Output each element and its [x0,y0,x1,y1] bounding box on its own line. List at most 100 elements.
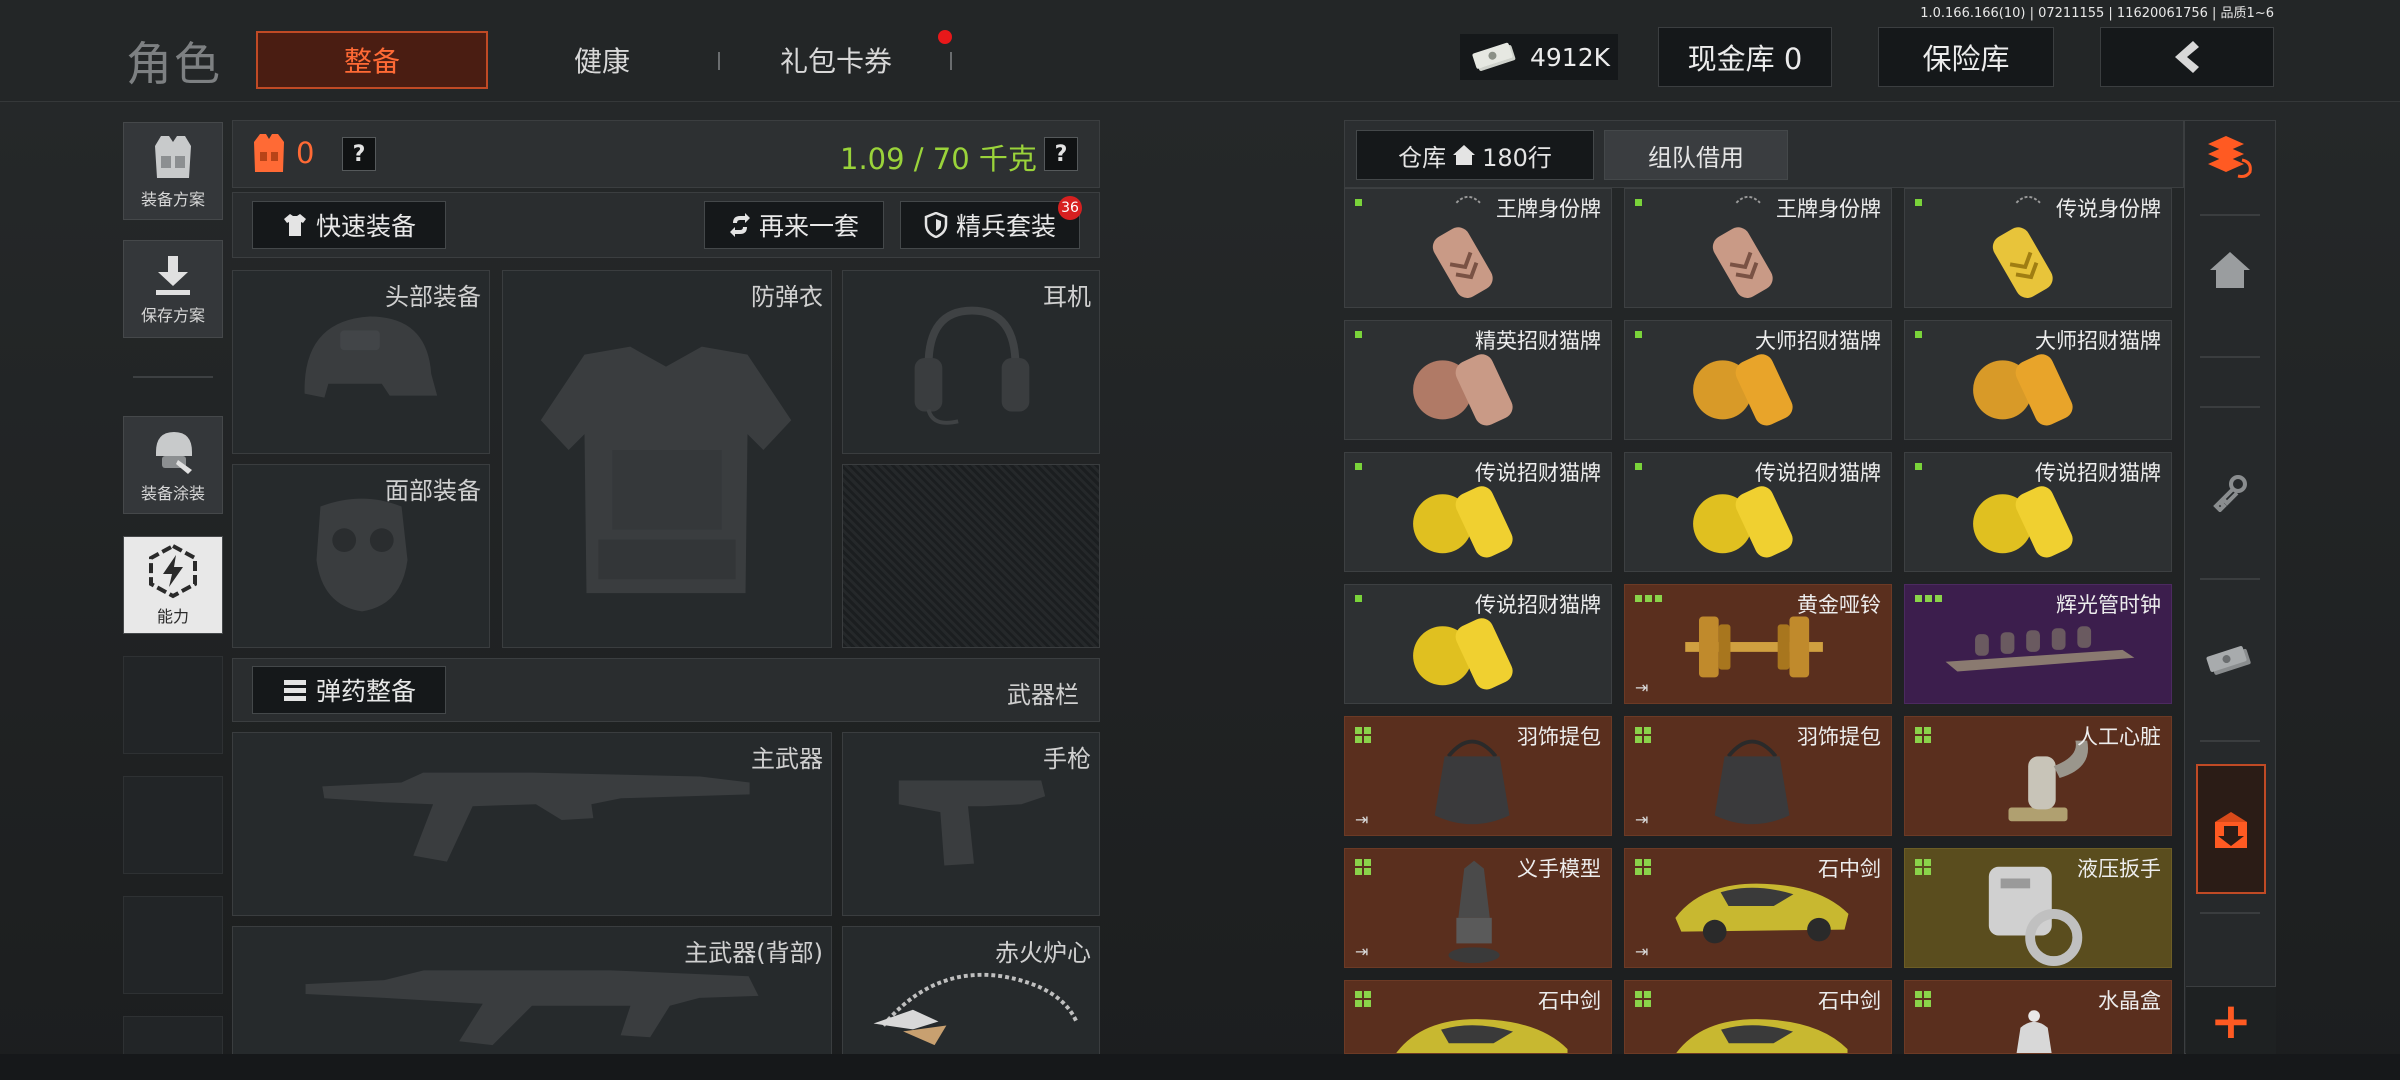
warehouse-item[interactable]: 大师招财猫牌 [1904,320,2172,440]
key-icon [2213,475,2247,512]
ammo-icon [283,680,306,701]
item-name: 义手模型 [1517,857,1601,881]
warehouse-item[interactable]: 传说招财猫牌 [1344,584,1612,704]
slot-head-gear[interactable]: 头部装备 [232,270,490,454]
slot-face-gear[interactable]: 面部装备 [232,464,490,648]
sidebar-empty-slot [123,776,223,874]
warehouse-item[interactable]: 石中剑 ⇥ [1624,848,1892,968]
warehouse-item[interactable]: 王牌身份牌 [1624,188,1892,308]
slot-label: 耳机 [1043,283,1091,311]
warehouse-item[interactable]: 黄金哑铃 ⇥ [1624,584,1892,704]
armor-vest-icon [254,134,284,172]
body-armor-silhouette [540,346,792,594]
ammo-prep-button[interactable]: 弹药整备 [252,666,446,714]
item-name: 辉光管时钟 [2056,593,2161,617]
rail-divider [2200,356,2260,358]
warehouse-item[interactable]: 液压扳手 [1904,848,2172,968]
chevron-left-icon [2175,41,2199,73]
help-button[interactable]: ? [342,137,376,171]
weight-help-button[interactable]: ? [1044,137,1078,171]
carry-weight: 1.09 / 70 千克 [840,142,1037,176]
warehouse-item[interactable]: 石中剑 [1344,980,1612,1054]
item-name: 水晶盒 [2098,989,2161,1013]
cash-icon [2206,646,2251,675]
item-name: 羽饰提包 [1797,725,1881,749]
currency-amount: 4912K [1530,42,1611,72]
box-download-icon [2215,812,2247,848]
item-name: 传说身份牌 [2056,197,2161,221]
version-text: 1.0.166.166(10) | 07211155 | 11620061756… [1920,6,2274,21]
sidebar-empty-slot [123,1016,223,1056]
vest-icon [155,136,191,178]
sidebar-empty-slot [123,656,223,754]
warehouse-item[interactable]: 大师招财猫牌 [1624,320,1892,440]
rarity-marker [1355,331,1362,338]
slot-primary-weapon-back[interactable]: 主武器(背部) [232,926,832,1056]
notification-dot [938,30,952,44]
warehouse-item[interactable]: 传说招财猫牌 [1904,452,2172,572]
currency-display[interactable]: 4912K [1460,34,1618,80]
refresh-icon [729,213,750,237]
warehouse-item[interactable]: 石中剑 [1624,980,1892,1054]
rarity-marker [1355,727,1371,743]
rarity-marker [1915,595,1942,602]
item-name: 王牌身份牌 [1776,197,1881,221]
exit-icon: ⇥ [1635,810,1649,829]
item-name: 精英招财猫牌 [1475,329,1601,353]
warehouse-item[interactable]: 义手模型 ⇥ [1344,848,1612,968]
warehouse-item[interactable]: 辉光管时钟 [1904,584,2172,704]
tab-divider [950,52,952,70]
slot-body-armor[interactable]: 防弹衣 [502,270,832,648]
rail-home-button[interactable] [2194,234,2266,306]
warehouse-item[interactable]: 人工心脏 [1904,716,2172,836]
item-name: 石中剑 [1818,989,1881,1013]
warehouse-item[interactable]: 羽饰提包 ⇥ [1624,716,1892,836]
exit-icon: ⇥ [1635,678,1649,697]
rarity-marker [1355,463,1362,470]
rarity-marker [1915,727,1931,743]
warehouse-item[interactable]: 水晶盒 [1904,980,2172,1054]
tab-gift-vouchers[interactable]: 礼包卡券 [762,31,910,89]
warehouse-item[interactable]: 王牌身份牌 [1344,188,1612,308]
warehouse-item[interactable]: 传说招财猫牌 [1344,452,1612,572]
slot-headset[interactable]: 耳机 [842,270,1100,454]
sidebar-item-label: 保存方案 [140,306,205,325]
slot-pistol[interactable]: 手枪 [842,732,1100,916]
rail-cash-button[interactable] [2194,624,2266,696]
tab-team-borrow[interactable]: 组队借用 [1604,130,1788,180]
slot-primary-weapon[interactable]: 主武器 [232,732,832,916]
tab-health[interactable]: 健康 [540,31,664,89]
slot-label: 手枪 [1043,745,1091,773]
repeat-set-button[interactable]: 再来一套 [704,201,884,249]
rail-key-button[interactable] [2194,456,2266,528]
rarity-marker [1355,595,1362,602]
sidebar-item-loadout-plan[interactable]: 装备方案 [123,122,223,220]
quick-equip-button[interactable]: 快速装备 [252,201,446,249]
home-icon [2210,252,2250,288]
tab-warehouse[interactable]: 仓库 180行 [1356,130,1594,180]
tab-equip[interactable]: 整备 [256,31,488,89]
sidebar-item-label: 能力 [156,607,189,626]
warehouse-item[interactable]: 传说身份牌 [1904,188,2172,308]
bottom-strip [0,1054,2400,1080]
back-button[interactable] [2100,27,2274,87]
cash-vault-button[interactable]: 现金库 0 [1658,27,1832,87]
repeat-set-label: 再来一套 [758,212,859,241]
sidebar-item-ability[interactable]: 能力 [123,536,223,634]
elite-set-button[interactable]: 精兵套装 [900,201,1080,249]
item-name: 石中剑 [1818,857,1881,881]
sidebar-divider [133,376,213,378]
rail-sort-button[interactable] [2194,120,2266,192]
rarity-marker [1635,859,1651,875]
safe-box-button[interactable]: 保险库 [1878,27,2054,87]
rail-add-button[interactable]: + [2186,986,2276,1054]
sidebar-item-equip-paint[interactable]: 装备涂装 [123,416,223,514]
sidebar-item-save-plan[interactable]: 保存方案 [123,240,223,338]
warehouse-item[interactable]: 传说招财猫牌 [1624,452,1892,572]
rail-box-download-button[interactable] [2196,764,2266,894]
rarity-marker [1355,991,1371,1007]
warehouse-item[interactable]: 精英招财猫牌 [1344,320,1612,440]
slot-melee[interactable]: 赤火炉心 [842,926,1100,1056]
warehouse-item[interactable]: 羽饰提包 ⇥ [1344,716,1612,836]
item-name: 大师招财猫牌 [2035,329,2161,353]
